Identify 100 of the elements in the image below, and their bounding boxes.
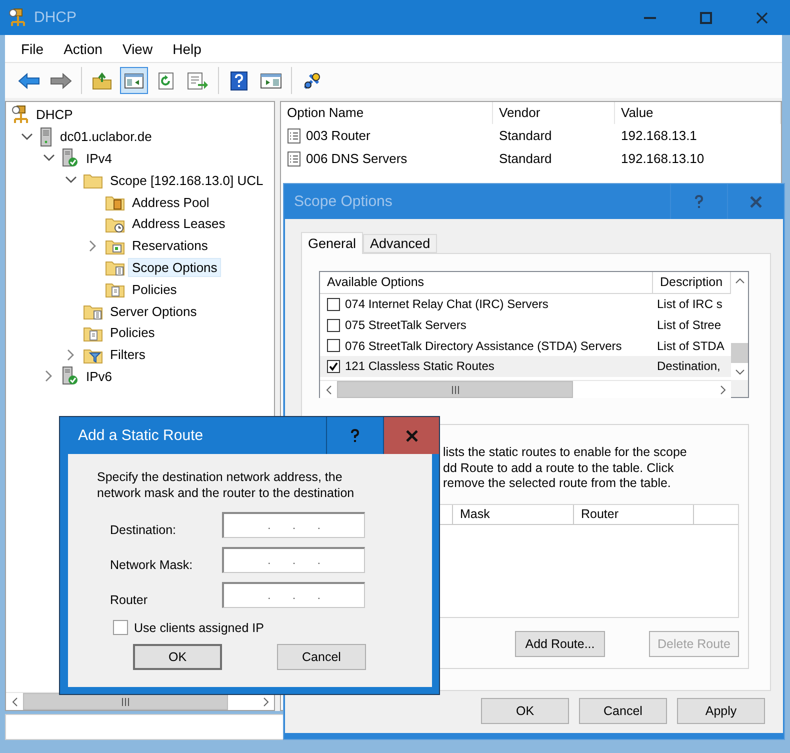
table-cell: 003 Router (306, 128, 370, 143)
menu-item[interactable]: File (11, 40, 54, 56)
list-row[interactable]: 121 Classless Static Routes Destination, (320, 356, 731, 377)
back-arrow-icon (18, 72, 40, 88)
tree-item[interactable]: Scope Options (128, 258, 222, 277)
column-header[interactable]: Vendor (493, 102, 615, 124)
table-cell-text: Standard (498, 128, 553, 143)
menu-item[interactable]: Action (54, 40, 112, 56)
dialog-button[interactable]: Cancel (579, 698, 667, 724)
export-list-icon (187, 72, 209, 90)
refresh-icon (157, 72, 175, 90)
dialog-button[interactable]: OK (481, 698, 569, 724)
check-icon (329, 362, 338, 371)
vertical-scrollbar[interactable] (731, 272, 748, 380)
instruction-text: Specify the destination network address, the (97, 469, 342, 485)
toolbar-button[interactable] (120, 67, 148, 94)
question-mark-icon (694, 194, 704, 208)
column-header[interactable]: Option Name (281, 102, 493, 124)
column-header[interactable]: Mask (453, 504, 574, 524)
dialog-title: Add a Static Route (77, 427, 204, 444)
tab[interactable]: General (301, 232, 364, 254)
column-header[interactable]: Router (574, 504, 694, 524)
ip-address-field[interactable]: . . . (222, 512, 365, 538)
tree-item[interactable]: Policies (128, 280, 181, 299)
tree-item[interactable]: Address Leases (128, 214, 230, 234)
scroll-down-icon (734, 368, 744, 374)
scrollbar-thumb[interactable] (23, 693, 228, 710)
column-header[interactable]: Value (615, 102, 781, 124)
field-label: Router (110, 593, 148, 608)
window-title: DHCP (34, 9, 77, 26)
expand-toggle[interactable] (67, 348, 75, 361)
help-icon (230, 70, 248, 90)
option-description: List of IRC s (656, 297, 724, 312)
dialog-button[interactable]: OK (133, 644, 222, 670)
help-text: lists the static routes to enable for the scope (443, 445, 687, 460)
close-icon (406, 430, 418, 442)
expand-toggle[interactable] (89, 240, 97, 252)
scroll-right-icon (720, 384, 726, 394)
expand-toggle[interactable] (43, 154, 55, 162)
ip-address-field[interactable]: . . . (222, 582, 365, 608)
option-label: 076 StreetTalk Directory Assistance (STDA) Servers (345, 338, 622, 353)
dialog-button[interactable]: Apply (677, 698, 765, 724)
dialog-button[interactable]: Cancel (277, 644, 366, 670)
checkbox[interactable] (327, 318, 340, 332)
table-cell-text: Standard (498, 151, 553, 166)
server-icon (39, 126, 53, 147)
option-label: 074 Internet Relay Chat (IRC) Servers (345, 297, 548, 312)
chevron-right-icon (45, 370, 53, 382)
question-mark-icon (350, 428, 360, 442)
horizontal-scrollbar[interactable] (320, 380, 731, 398)
option-description: List of STDA (656, 338, 726, 353)
menu-item[interactable]: View (112, 40, 163, 56)
field-label: Network Mask: (110, 558, 193, 573)
tree-item[interactable]: Filters (106, 345, 150, 364)
checkbox[interactable] (327, 339, 340, 352)
tree-item[interactable]: dc01.uclabor.de (56, 127, 156, 146)
checkbox[interactable] (327, 298, 340, 311)
table-cell: 006 DNS Servers (306, 151, 408, 166)
column-header[interactable]: Available Options (320, 272, 653, 294)
close-button[interactable] (383, 417, 439, 454)
tab[interactable]: Advanced (363, 234, 438, 253)
tree-item[interactable]: Server Options (106, 302, 201, 321)
expand-toggle[interactable] (65, 176, 77, 184)
column-header[interactable]: Description (653, 272, 731, 294)
instruction-text: network mask and the router to the destination (97, 485, 354, 501)
checkbox[interactable] (113, 620, 128, 635)
close-icon (750, 196, 762, 208)
menu-item[interactable]: Help (162, 40, 212, 56)
checkbox[interactable] (327, 360, 340, 373)
tree-item[interactable]: Address Pool (128, 192, 214, 212)
expand-toggle[interactable] (45, 370, 53, 382)
field-label: Destination: (110, 523, 176, 538)
tree-item[interactable]: Reservations (128, 236, 212, 256)
option-label: 121 Classless Static Routes (345, 359, 494, 374)
maximize-icon (700, 12, 712, 24)
scrollbar-thumb[interactable] (731, 343, 748, 363)
scroll-up-icon (734, 278, 744, 284)
list-document-icon (287, 150, 301, 166)
dialog-title: Scope Options (293, 193, 394, 210)
ip-address-field[interactable]: . . . (222, 547, 365, 573)
tree-item[interactable]: IPv6 (82, 366, 116, 386)
tree-item[interactable]: Scope [192.168.13.0] UCL (106, 170, 268, 190)
expand-toggle[interactable] (21, 132, 33, 141)
tree-item[interactable]: Policies (106, 323, 159, 342)
grip-icon (121, 698, 130, 706)
scrollbar-thumb[interactable] (337, 381, 574, 398)
route-button[interactable]: Add Route... (515, 630, 605, 656)
list-document-icon (287, 128, 301, 144)
close-icon (756, 12, 768, 24)
tree-item[interactable]: DHCP (32, 105, 77, 124)
scroll-right-icon (262, 696, 268, 706)
tree-item[interactable]: IPv4 (82, 148, 116, 168)
table-cell-text: 192.168.13.10 (620, 151, 706, 166)
grip-icon (450, 386, 460, 394)
network-service-icon (11, 104, 29, 125)
action-pane-icon (260, 72, 282, 88)
server-check-icon (61, 148, 79, 168)
table-cell-text: 192.168.13.1 (620, 128, 698, 143)
help-text: dd Route to add a route to the table. Click (443, 460, 674, 476)
chevron-down-icon (21, 132, 33, 141)
